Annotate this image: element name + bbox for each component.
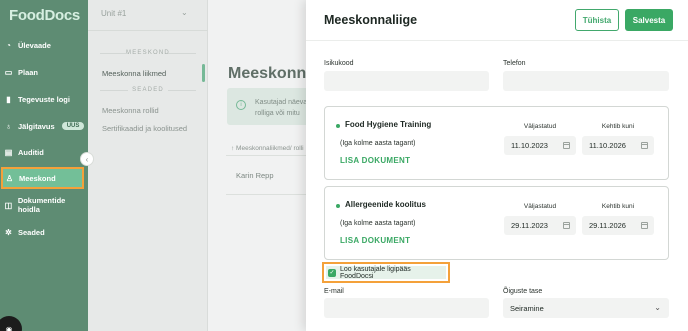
bars-icon: ▮ xyxy=(6,94,11,104)
info-banner: i Kasutajad näevad rolliga või mitu xyxy=(227,88,317,125)
access-checkbox-row[interactable]: ✓ Loo kasutajale ligipääs FoodDocsi xyxy=(326,266,446,280)
table-row[interactable]: Karin Repp xyxy=(236,171,274,180)
issued-date-input[interactable]: 29.11.2023 xyxy=(504,216,576,235)
sidebar-item-dokumentide-hoidla[interactable]: ◫ Dokumentide hoidla xyxy=(0,194,88,216)
chat-support-button[interactable]: ◉ xyxy=(0,316,22,331)
sidebar-item-tegevuste-logi[interactable]: ▮ Tegevuste logi xyxy=(0,88,88,110)
role-label: Õiguste tase xyxy=(503,288,543,295)
collapse-sidebar-button[interactable]: ‹ xyxy=(80,152,94,166)
info-text: Kasutajad näevad rolliga või mitu xyxy=(255,97,311,119)
person-icon: ♙ xyxy=(5,173,14,183)
save-button[interactable]: Salvesta xyxy=(625,9,673,31)
chevron-down-icon[interactable]: ⌄ xyxy=(181,8,188,17)
calendar-icon xyxy=(563,222,570,229)
status-dot xyxy=(336,124,340,128)
fooddocs-logo[interactable]: FoodDocs xyxy=(9,7,80,24)
column-header[interactable]: ↑ Meeskonnaliikmed/ rolli xyxy=(231,145,304,152)
sidebar-item-ulevaade[interactable]: ◔ Ülevaade xyxy=(0,34,88,56)
chevron-down-icon: ⌄ xyxy=(654,303,661,312)
new-badge: UUS xyxy=(61,122,85,130)
main-content: Meeskonnaliikmed i Kasutajad näevad roll… xyxy=(208,0,370,331)
status-dot xyxy=(336,204,340,208)
calendar-icon xyxy=(641,142,648,149)
valid-until-label: Kehtib kuni xyxy=(601,203,635,210)
clipboard-icon: ▤ xyxy=(4,147,13,157)
sidebar-item-label: Seaded xyxy=(18,227,45,237)
gear-icon: ✲ xyxy=(5,227,12,237)
info-line: rolliga või mitu xyxy=(255,110,300,117)
add-document-link[interactable]: LISA DOKUMENT xyxy=(340,236,410,245)
chat-icon: ◉ xyxy=(5,324,13,331)
subnav-item-meeskonna-rollid[interactable]: Meeskonna rollid xyxy=(102,106,159,115)
team-member-drawer: Meeskonnaliige Tühista Salvesta Isikukoo… xyxy=(306,0,688,331)
sidebar-item-label: Auditid xyxy=(18,147,44,157)
sidebar-item-auditid[interactable]: ▤ Auditid xyxy=(0,141,88,163)
training-title: Food Hygiene Training xyxy=(345,120,432,129)
checkbox-checked-icon[interactable]: ✓ xyxy=(328,268,336,277)
subnav-item-meeskonna-liikmed[interactable]: Meeskonna liikmed xyxy=(102,69,166,78)
telefon-label: Telefon xyxy=(503,60,526,67)
valid-until-date-input[interactable]: 29.11.2026 xyxy=(582,216,654,235)
divider xyxy=(88,30,208,31)
add-document-link[interactable]: LISA DOKUMENT xyxy=(340,156,410,165)
role-select-value: Seiramine xyxy=(510,303,544,313)
calendar-icon xyxy=(563,142,570,149)
divider xyxy=(226,194,311,195)
chevron-left-icon: ‹ xyxy=(85,154,89,164)
role-select[interactable]: Seiramine ⌄ xyxy=(503,298,669,318)
valid-until-date-input[interactable]: 11.10.2026 xyxy=(582,136,654,155)
sidebar-item-label: Meeskond xyxy=(19,173,56,183)
access-checkbox-label[interactable]: Loo kasutajale ligipääs FoodDocsi xyxy=(340,266,446,280)
folder-icon: ◫ xyxy=(4,200,13,210)
drawer-title: Meeskonnaliige xyxy=(324,13,418,27)
cancel-button[interactable]: Tühista xyxy=(575,9,619,31)
email-input[interactable] xyxy=(324,298,489,318)
info-line: Kasutajad näevad xyxy=(255,99,312,106)
sidebar-item-label: Jälgitavus xyxy=(18,121,55,131)
access-checkbox-highlight: ✓ Loo kasutajale ligipääs FoodDocsi xyxy=(322,262,450,283)
sidebar-item-jalgitavus[interactable]: ♁ Jälgitavus UUS xyxy=(0,115,88,137)
main-sidebar: FoodDocs ◔ Ülevaade ▭ Plaan ▮ Tegevuste … xyxy=(0,0,88,331)
issued-date-input[interactable]: 11.10.2023 xyxy=(504,136,576,155)
sidebar-item-label: Plaan xyxy=(18,67,39,77)
calendar-icon xyxy=(641,222,648,229)
sidebar-item-label: Dokumentide hoidla xyxy=(17,196,66,214)
valid-until-value: 29.11.2026 xyxy=(589,221,626,230)
training-card: Food Hygiene Training (Iga kolme aasta t… xyxy=(324,106,669,180)
email-label: E-mail xyxy=(324,288,344,295)
section-label-seaded: SEADED xyxy=(88,87,208,93)
divider xyxy=(306,40,688,41)
subnav-item-sertifikaadid[interactable]: Sertifikaadid ja koolitused xyxy=(102,124,187,133)
book-icon: ▭ xyxy=(4,67,13,77)
training-frequency: (Iga kolme aasta tagant) xyxy=(340,220,416,227)
secondary-nav: Unit #1 ⌄ MEESKOND Meeskonna liikmed SEA… xyxy=(88,0,208,331)
sidebar-item-seaded[interactable]: ✲ Seaded xyxy=(0,221,88,243)
sidebar-item-label: Tegevuste logi xyxy=(18,94,70,104)
telefon-input[interactable] xyxy=(503,71,669,91)
section-label-meeskond: MEESKOND xyxy=(88,50,208,56)
training-card: Allergeenide koolitus (Iga kolme aasta t… xyxy=(324,186,669,260)
active-indicator xyxy=(202,64,205,82)
issued-label: Väljastatud xyxy=(523,123,557,130)
valid-until-value: 11.10.2026 xyxy=(589,141,626,150)
sidebar-item-meeskond[interactable]: ♙ Meeskond xyxy=(1,167,84,189)
sidebar-item-plaan[interactable]: ▭ Plaan xyxy=(0,61,88,83)
training-frequency: (Iga kolme aasta tagant) xyxy=(340,140,416,147)
apple-icon: ♁ xyxy=(5,121,12,131)
chart-icon: ◔ xyxy=(6,40,11,50)
divider xyxy=(226,155,311,156)
sidebar-item-label: Ülevaade xyxy=(18,40,51,50)
issued-date-value: 11.10.2023 xyxy=(511,141,548,150)
training-title: Allergeenide koolitus xyxy=(345,200,426,209)
unit-selector[interactable]: Unit #1 xyxy=(101,9,126,18)
valid-until-label: Kehtib kuni xyxy=(601,123,635,130)
issued-label: Väljastatud xyxy=(523,203,557,210)
issued-date-value: 29.11.2023 xyxy=(511,221,548,230)
info-icon: i xyxy=(236,100,246,110)
isikukood-input[interactable] xyxy=(324,71,489,91)
isikukood-label: Isikukood xyxy=(324,60,354,67)
